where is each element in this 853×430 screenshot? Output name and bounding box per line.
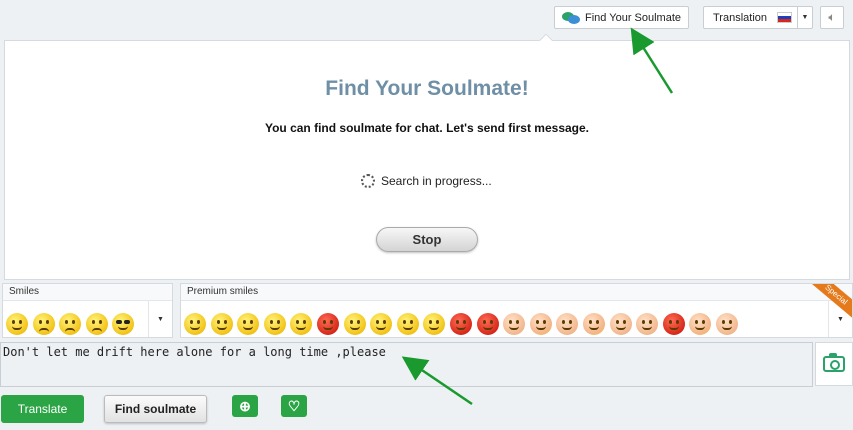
angel-girl-emoji-icon[interactable] bbox=[689, 313, 712, 335]
boy-emoji-icon[interactable] bbox=[556, 313, 579, 335]
angel-emoji-icon[interactable] bbox=[423, 313, 446, 335]
camera-button[interactable] bbox=[815, 342, 853, 386]
smile-emoji-icon[interactable] bbox=[6, 313, 28, 335]
police-emoji-icon[interactable] bbox=[715, 313, 738, 335]
devil-emoji-icon[interactable] bbox=[449, 313, 472, 335]
kiss-emoji-icon[interactable] bbox=[210, 313, 233, 335]
boy-emoji-icon[interactable] bbox=[609, 313, 632, 335]
sleepy-emoji-icon[interactable] bbox=[343, 313, 366, 335]
frown-emoji-icon[interactable] bbox=[32, 313, 55, 335]
cool-emoji-icon[interactable] bbox=[112, 313, 135, 335]
worried-emoji-icon[interactable] bbox=[59, 313, 82, 335]
find-soulmate-button[interactable]: Find soulmate bbox=[104, 395, 207, 423]
find-your-soulmate-button[interactable]: Find Your Soulmate bbox=[554, 6, 689, 29]
girl-emoji-icon[interactable] bbox=[529, 313, 552, 335]
russia-flag-icon bbox=[777, 12, 793, 23]
top-toolbar: Find Your Soulmate Translation ▼ 🔈︎ bbox=[0, 0, 853, 36]
stop-button[interactable]: Stop bbox=[376, 227, 478, 252]
translate-button[interactable]: Translate bbox=[1, 395, 84, 423]
laughing-emoji-icon[interactable] bbox=[290, 313, 313, 335]
chat-bubbles-icon bbox=[562, 11, 580, 25]
premium-smiles-row bbox=[184, 313, 742, 335]
spinner-icon bbox=[361, 174, 375, 188]
smiles-header: Smiles bbox=[3, 284, 172, 301]
soulmate-search-panel: Find Your Soulmate! You can find soulmat… bbox=[4, 40, 850, 280]
smiles-panel: Smiles ▼ bbox=[2, 283, 173, 338]
grin-emoji-icon[interactable] bbox=[237, 313, 260, 335]
grin-emoji-icon[interactable] bbox=[396, 313, 419, 335]
translation-label: Translation bbox=[713, 11, 768, 24]
smiles-more-button[interactable]: ▼ bbox=[148, 301, 172, 337]
devil-girl-emoji-icon[interactable] bbox=[662, 313, 685, 335]
family-emoji-icon[interactable] bbox=[636, 313, 659, 335]
smiles-row bbox=[6, 313, 139, 335]
volume-button[interactable]: 🔈︎ bbox=[820, 6, 844, 29]
speaker-icon: 🔈︎ bbox=[828, 10, 836, 24]
chevron-down-icon[interactable]: ▼ bbox=[797, 7, 812, 28]
premium-more-button[interactable]: ▼ bbox=[828, 301, 852, 337]
message-input[interactable]: Don't let me drift here alone for a long… bbox=[0, 342, 813, 387]
page-title: Find Your Soulmate! bbox=[325, 77, 529, 100]
translation-dropdown[interactable]: Translation ▼ bbox=[703, 6, 813, 29]
boy-emoji-icon[interactable] bbox=[503, 313, 526, 335]
find-your-soulmate-label: Find Your Soulmate bbox=[585, 11, 682, 24]
add-favorite-button[interactable]: ♡ bbox=[281, 395, 307, 417]
premium-smiles-header: Premium smiles bbox=[181, 284, 852, 301]
premium-smiles-panel: Premium smiles Special ▼ bbox=[180, 283, 853, 338]
devil-emoji-icon[interactable] bbox=[476, 313, 499, 335]
smile-emoji-icon[interactable] bbox=[370, 313, 393, 335]
heart-icon: ♡ bbox=[287, 397, 301, 414]
panel-pointer bbox=[538, 33, 552, 41]
girl-emoji-icon[interactable] bbox=[582, 313, 605, 335]
smile-emoji-icon[interactable] bbox=[184, 313, 206, 335]
angry-emoji-icon[interactable] bbox=[316, 313, 339, 335]
add-chat-button[interactable]: ⊕ bbox=[232, 395, 258, 417]
page-subtitle: You can find soulmate for chat. Let's se… bbox=[264, 121, 590, 135]
message-input-text[interactable]: Don't let me drift here alone for a long… bbox=[3, 345, 386, 359]
sad-emoji-icon[interactable] bbox=[85, 313, 108, 335]
add-chat-icon: ⊕ bbox=[239, 397, 251, 414]
camera-icon bbox=[823, 353, 845, 372]
kissing-couple-emoji-icon[interactable] bbox=[263, 313, 286, 335]
search-progress: Search in progress... bbox=[361, 174, 492, 188]
progress-text: Search in progress... bbox=[381, 174, 492, 188]
